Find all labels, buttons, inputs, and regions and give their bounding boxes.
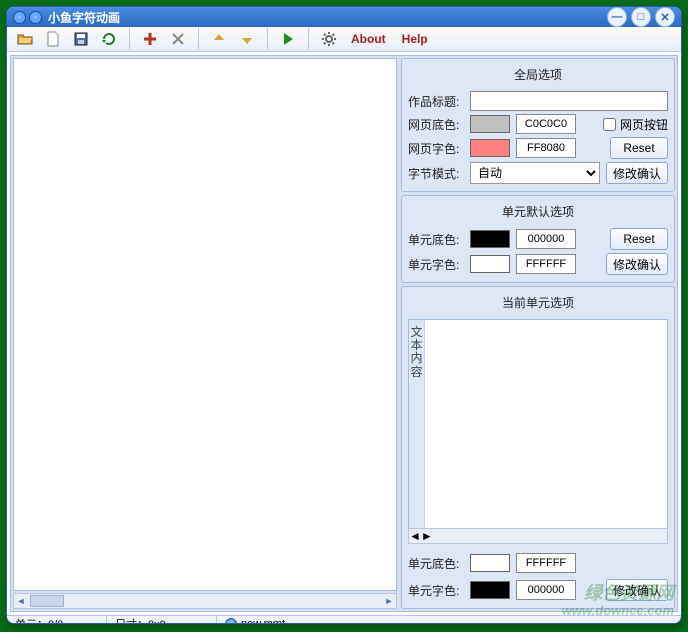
status-size: 尺寸：0x0 [107, 616, 217, 624]
toolbar: About Help [7, 27, 681, 52]
current-unit-confirm-button[interactable]: 修改确认 [606, 579, 668, 601]
page-bg-hex[interactable]: C0C0C0 [516, 114, 576, 134]
status-file-cell: new.mmt [217, 616, 681, 624]
piece-title-label: 作品标题: [408, 93, 464, 110]
global-options-panel: 全局选项 作品标题: 网页底色: C0C0C0 网页按钮 网页字色: [401, 58, 675, 192]
help-link[interactable]: Help [396, 32, 434, 46]
app-window: ◦ ◦ 小鱼字符动画 — □ ✕ About Help ◄ [6, 6, 682, 624]
client-area: ◄ ► 全局选项 作品标题: 网页底色: C0C0C0 [10, 55, 678, 612]
canvas-area[interactable] [13, 58, 397, 591]
right-pane: 全局选项 作品标题: 网页底色: C0C0C0 网页按钮 网页字色: [399, 56, 677, 611]
unit-default-panel: 单元默认选项 单元底色: 000000 Reset 单元字色: FFFFFF 修… [401, 195, 675, 283]
piece-title-input[interactable] [470, 91, 668, 111]
delete-button[interactable] [166, 27, 190, 51]
unit-fg-hex[interactable]: FFFFFF [516, 254, 576, 274]
play-button[interactable] [276, 27, 300, 51]
page-fg-label: 网页字色: [408, 140, 464, 157]
text-content-label: 文本内容 [409, 320, 425, 528]
cur-unit-bg-swatch[interactable] [470, 554, 510, 572]
cur-unit-bg-hex[interactable]: FFFFFF [516, 553, 576, 573]
byte-mode-select[interactable]: 自动 [470, 162, 600, 184]
scroll-thumb[interactable] [30, 595, 64, 607]
settings-button[interactable] [317, 27, 341, 51]
sys-icon-1[interactable]: ◦ [13, 11, 26, 24]
scroll-left-icon[interactable]: ◄ [14, 594, 28, 608]
ta-scroll-right-icon[interactable]: ► [421, 529, 433, 543]
move-down-button[interactable] [235, 27, 259, 51]
page-bg-swatch[interactable] [470, 115, 510, 133]
global-reset-button[interactable]: Reset [610, 137, 668, 159]
current-unit-panel: 当前单元选项 文本内容 ◄ ► 单元底色: FFFFFF [401, 286, 675, 609]
unit-default-title: 单元默认选项 [408, 200, 668, 225]
cur-unit-fg-swatch[interactable] [470, 581, 510, 599]
page-fg-hex[interactable]: FF8080 [516, 138, 576, 158]
sys-icon-2[interactable]: ◦ [29, 11, 42, 24]
page-button-check[interactable] [603, 118, 616, 131]
unit-bg-hex[interactable]: 000000 [516, 229, 576, 249]
left-pane: ◄ ► [11, 56, 399, 611]
separator [267, 28, 268, 50]
textarea-scrollbar[interactable]: ◄ ► [408, 528, 668, 544]
refresh-button[interactable] [97, 27, 121, 51]
statusbar: 单元：0/0 尺寸：0x0 new.mmt [7, 615, 681, 624]
minimize-button[interactable]: — [607, 7, 627, 27]
separator [308, 28, 309, 50]
text-content-textarea[interactable] [425, 320, 667, 528]
close-button[interactable]: ✕ [655, 7, 675, 27]
open-button[interactable] [13, 27, 37, 51]
maximize-button[interactable]: □ [631, 7, 651, 27]
page-button-checkbox[interactable]: 网页按钮 [603, 116, 668, 133]
separator [198, 28, 199, 50]
cur-unit-fg-hex[interactable]: 000000 [516, 580, 576, 600]
save-button[interactable] [69, 27, 93, 51]
titlebar: ◦ ◦ 小鱼字符动画 — □ ✕ [7, 7, 681, 27]
system-menu-icons: ◦ ◦ [13, 11, 42, 24]
current-unit-title: 当前单元选项 [408, 291, 668, 316]
page-bg-label: 网页底色: [408, 116, 464, 133]
add-button[interactable] [138, 27, 162, 51]
horizontal-scrollbar[interactable]: ◄ ► [13, 593, 397, 609]
window-title: 小鱼字符动画 [48, 9, 607, 26]
byte-mode-label: 字节模式: [408, 165, 464, 182]
move-up-button[interactable] [207, 27, 231, 51]
unit-default-confirm-button[interactable]: 修改确认 [606, 253, 668, 275]
ta-scroll-left-icon[interactable]: ◄ [409, 529, 421, 543]
page-fg-swatch[interactable] [470, 139, 510, 157]
new-button[interactable] [41, 27, 65, 51]
cur-unit-bg-label: 单元底色: [408, 555, 464, 572]
global-options-title: 全局选项 [408, 63, 668, 88]
unit-fg-label: 单元字色: [408, 256, 464, 273]
unit-bg-swatch[interactable] [470, 230, 510, 248]
unit-fg-swatch[interactable] [470, 255, 510, 273]
page-button-label: 网页按钮 [620, 116, 668, 133]
scroll-right-icon[interactable]: ► [382, 594, 396, 608]
unit-default-reset-button[interactable]: Reset [610, 228, 668, 250]
about-link[interactable]: About [345, 32, 392, 46]
text-content-wrap: 文本内容 [408, 319, 668, 529]
global-confirm-button[interactable]: 修改确认 [606, 162, 668, 184]
separator [129, 28, 130, 50]
globe-icon [225, 618, 237, 624]
status-file: new.mmt [241, 618, 285, 624]
cur-unit-fg-label: 单元字色: [408, 582, 464, 599]
unit-bg-label: 单元底色: [408, 231, 464, 248]
status-unit: 单元：0/0 [7, 616, 107, 624]
